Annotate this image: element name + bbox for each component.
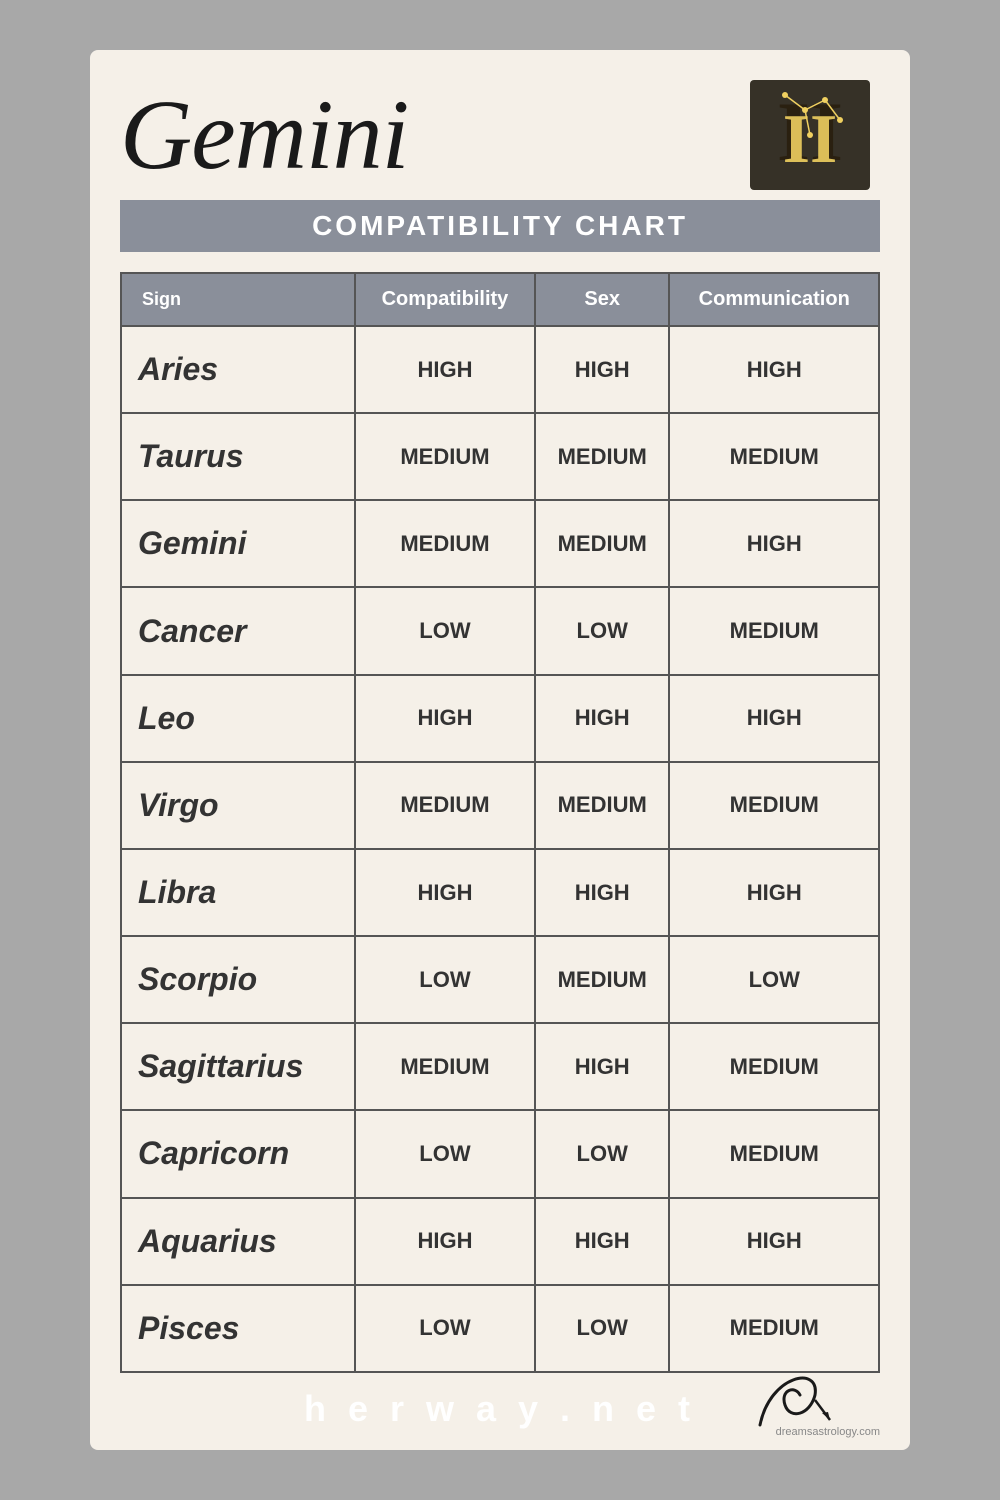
sign-cell: Pisces — [121, 1285, 355, 1372]
sex-cell: HIGH — [535, 326, 670, 413]
sign-cell: Cancer — [121, 587, 355, 674]
compatibility-cell: HIGH — [355, 675, 535, 762]
website-text: h e r w a y . n e t — [304, 1388, 696, 1430]
communication-cell: HIGH — [669, 500, 879, 587]
compatibility-cell: LOW — [355, 1285, 535, 1372]
communication-cell: HIGH — [669, 675, 879, 762]
sex-cell: MEDIUM — [535, 500, 670, 587]
table-row: CapricornLOWLOWMEDIUM — [121, 1110, 879, 1197]
compatibility-cell: HIGH — [355, 1198, 535, 1285]
sign-cell: Scorpio — [121, 936, 355, 1023]
col-sex: Sex — [535, 273, 670, 326]
table-row: LibraHIGHHIGHHIGH — [121, 849, 879, 936]
communication-cell: MEDIUM — [669, 1110, 879, 1197]
symbol-box: II II — [750, 80, 870, 190]
sign-cell: Virgo — [121, 762, 355, 849]
sex-cell: MEDIUM — [535, 936, 670, 1023]
sex-cell: LOW — [535, 1285, 670, 1372]
table-row: SagittariusMEDIUMHIGHMEDIUM — [121, 1023, 879, 1110]
communication-cell: HIGH — [669, 1198, 879, 1285]
sex-cell: HIGH — [535, 1023, 670, 1110]
sex-cell: MEDIUM — [535, 413, 670, 500]
table-row: CancerLOWLOWMEDIUM — [121, 587, 879, 674]
gemini-symbol-container: II II — [750, 80, 870, 190]
header: Gemini II II — [120, 80, 880, 190]
sex-cell: LOW — [535, 1110, 670, 1197]
communication-cell: HIGH — [669, 326, 879, 413]
main-card: Gemini II II — [90, 50, 910, 1450]
communication-cell: HIGH — [669, 849, 879, 936]
compatibility-cell: LOW — [355, 587, 535, 674]
sign-cell: Aquarius — [121, 1198, 355, 1285]
compatibility-cell: MEDIUM — [355, 500, 535, 587]
compatibility-cell: HIGH — [355, 326, 535, 413]
compatibility-cell: HIGH — [355, 849, 535, 936]
compatibility-cell: MEDIUM — [355, 1023, 535, 1110]
col-sign: Sign — [121, 273, 355, 326]
col-communication: Communication — [669, 273, 879, 326]
sex-cell: HIGH — [535, 1198, 670, 1285]
compatibility-cell: MEDIUM — [355, 762, 535, 849]
svg-text:II: II — [783, 101, 837, 178]
sex-cell: HIGH — [535, 675, 670, 762]
compatibility-cell: MEDIUM — [355, 413, 535, 500]
sign-cell: Libra — [121, 849, 355, 936]
sign-cell: Sagittarius — [121, 1023, 355, 1110]
subtitle-banner: COMPATIBILITY CHART — [120, 200, 880, 252]
col-compatibility: Compatibility — [355, 273, 535, 326]
table-row: TaurusMEDIUMMEDIUMMEDIUM — [121, 413, 879, 500]
table-row: ScorpioLOWMEDIUMLOW — [121, 936, 879, 1023]
table-row: AriesHIGHHIGHHIGH — [121, 326, 879, 413]
footer: h e r w a y . n e t — [120, 1388, 880, 1430]
communication-cell: MEDIUM — [669, 413, 879, 500]
communication-cell: MEDIUM — [669, 1023, 879, 1110]
sign-cell: Gemini — [121, 500, 355, 587]
communication-cell: MEDIUM — [669, 587, 879, 674]
table-row: GeminiMEDIUMMEDIUMHIGH — [121, 500, 879, 587]
sign-cell: Capricorn — [121, 1110, 355, 1197]
communication-cell: LOW — [669, 936, 879, 1023]
compatibility-cell: LOW — [355, 936, 535, 1023]
sex-cell: HIGH — [535, 849, 670, 936]
watermark: dreamsastrology.com — [776, 1426, 880, 1438]
compatibility-cell: LOW — [355, 1110, 535, 1197]
table-row: LeoHIGHHIGHHIGH — [121, 675, 879, 762]
table-header-row: Sign Compatibility Sex Communication — [121, 273, 879, 326]
sex-cell: MEDIUM — [535, 762, 670, 849]
sign-cell: Taurus — [121, 413, 355, 500]
sign-cell: Leo — [121, 675, 355, 762]
sex-cell: LOW — [535, 587, 670, 674]
sign-cell: Aries — [121, 326, 355, 413]
table-row: VirgoMEDIUMMEDIUMMEDIUM — [121, 762, 879, 849]
page-title: Gemini — [120, 80, 408, 190]
table-row: AquariusHIGHHIGHHIGH — [121, 1198, 879, 1285]
compatibility-table: Sign Compatibility Sex Communication Ari… — [120, 272, 880, 1373]
communication-cell: MEDIUM — [669, 762, 879, 849]
